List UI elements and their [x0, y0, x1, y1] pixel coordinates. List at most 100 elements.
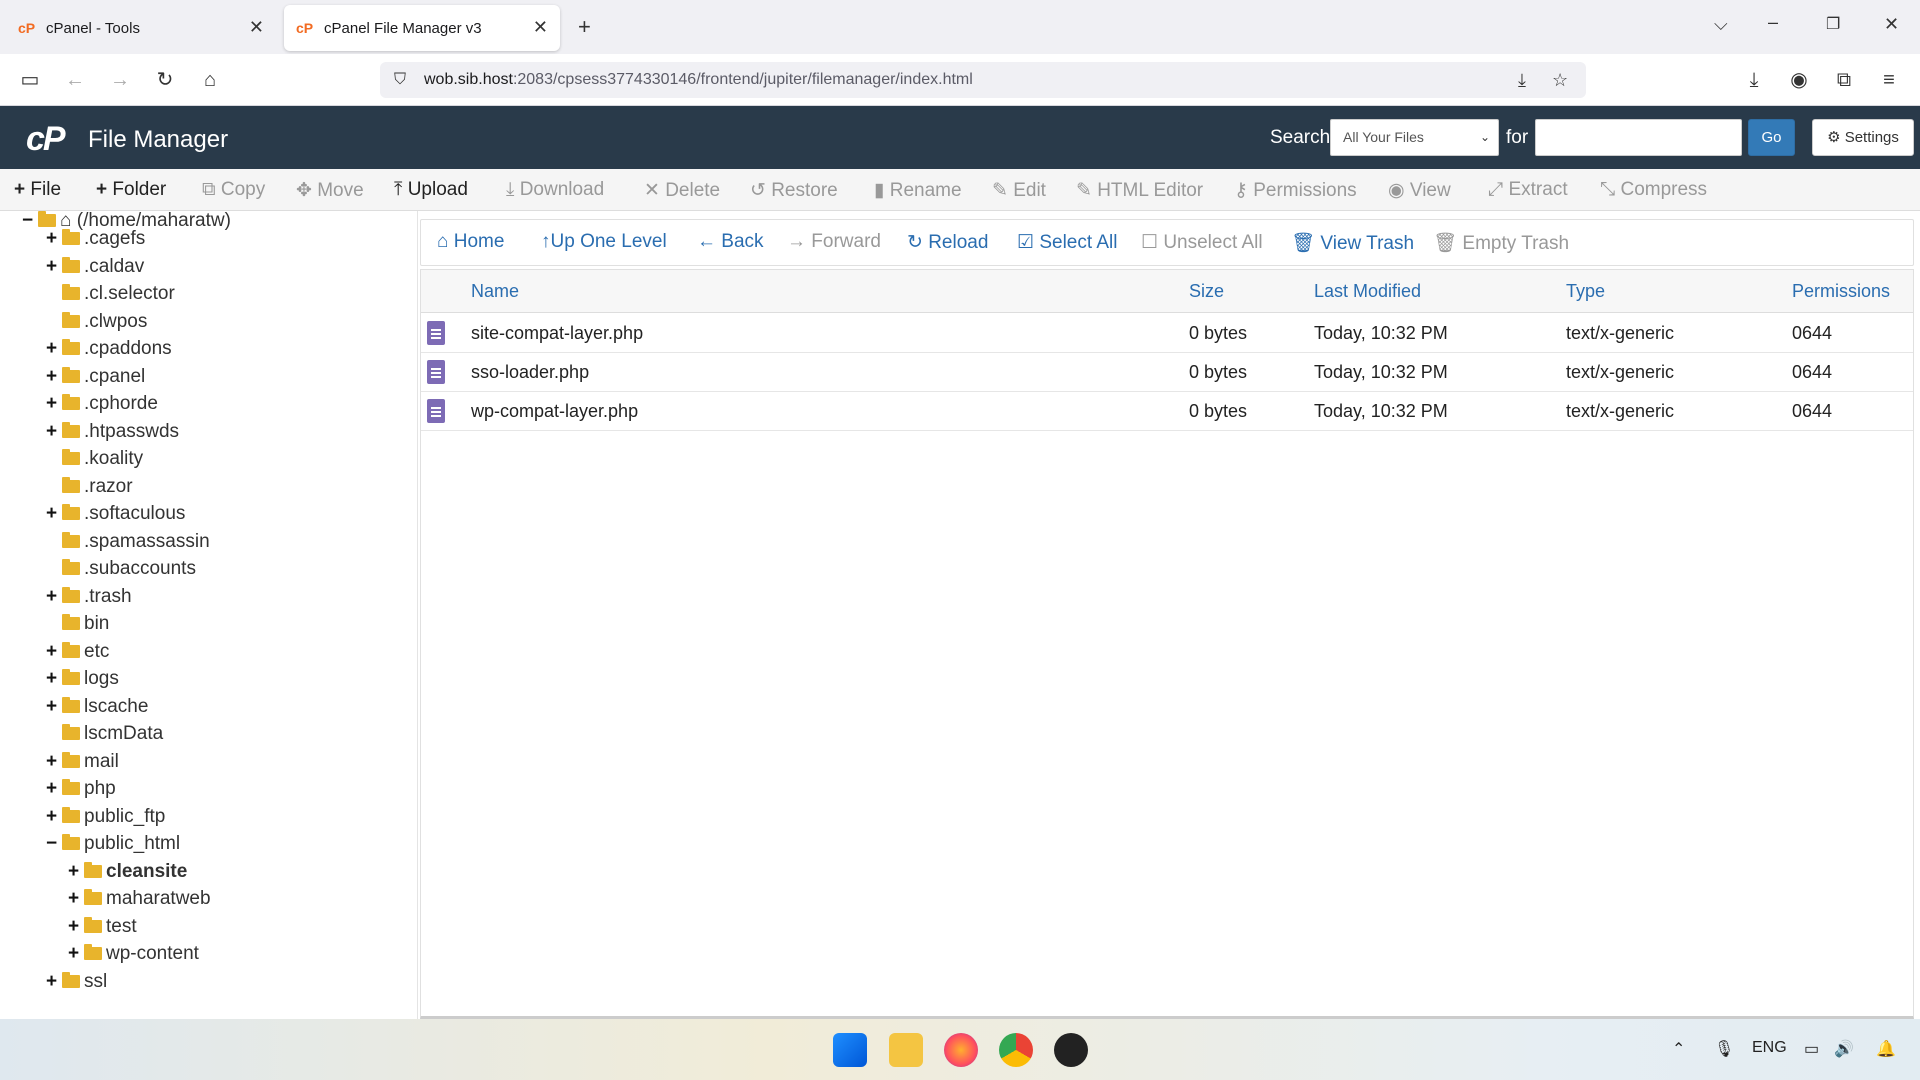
- close-window-icon[interactable]: ✕: [1884, 14, 1899, 35]
- volume-icon[interactable]: 🔊: [1834, 1039, 1854, 1059]
- bookmark-star-icon[interactable]: ☆: [1552, 62, 1568, 98]
- settings-button[interactable]: ⚙ Settings: [1812, 119, 1914, 156]
- view-trash-button[interactable]: 🗑 View Trash: [1291, 231, 1414, 255]
- tree-item[interactable]: + mail: [46, 749, 119, 775]
- tree-item[interactable]: + .trash: [46, 584, 132, 610]
- back-button[interactable]: ← Back: [697, 231, 764, 253]
- col-permissions[interactable]: Permissions: [1792, 281, 1890, 302]
- chevron-up-icon[interactable]: ⌃: [1672, 1039, 1685, 1059]
- html-editor-button[interactable]: ✎ HTML Editor: [1076, 179, 1203, 202]
- table-row[interactable]: wp-compat-layer.php 0 bytes Today, 10:32 P…: [421, 392, 1913, 431]
- tree-item[interactable]: + test: [68, 914, 137, 940]
- col-size[interactable]: Size: [1189, 281, 1224, 302]
- permissions-button[interactable]: ⚷ Permissions: [1234, 179, 1357, 202]
- network-icon[interactable]: ▭: [1804, 1039, 1819, 1059]
- microphone-icon[interactable]: 🎙: [1714, 1039, 1734, 1059]
- move-button[interactable]: ✥ Move: [296, 179, 364, 202]
- chrome-icon[interactable]: [999, 1033, 1033, 1067]
- delete-button[interactable]: ✕ Delete: [644, 179, 720, 202]
- expand-icon[interactable]: +: [46, 776, 62, 802]
- save-page-icon[interactable]: ⤓: [1518, 62, 1526, 98]
- windows-start-icon[interactable]: [833, 1033, 867, 1067]
- tree-item[interactable]: − public_html: [46, 831, 180, 857]
- tree-item[interactable]: .spamassassin: [46, 529, 210, 555]
- expand-icon[interactable]: +: [46, 419, 62, 445]
- menu-icon[interactable]: ≡: [1875, 66, 1903, 94]
- tree-item[interactable]: + .cpaddons: [46, 336, 172, 362]
- firefox-icon[interactable]: [944, 1033, 978, 1067]
- tree-item[interactable]: .clwpos: [46, 309, 147, 335]
- new-tab-icon[interactable]: +: [578, 14, 591, 40]
- col-modified[interactable]: Last Modified: [1314, 281, 1421, 302]
- close-tab-icon[interactable]: ✕: [533, 17, 548, 38]
- empty-trash-button[interactable]: 🗑 Empty Trash: [1433, 231, 1569, 255]
- up-one-level-button[interactable]: ↑Up One Level: [541, 231, 667, 253]
- expand-icon[interactable]: +: [68, 914, 84, 940]
- tree-item[interactable]: + .cphorde: [46, 391, 158, 417]
- minimize-icon[interactable]: –: [1768, 12, 1778, 33]
- tree-item[interactable]: .subaccounts: [46, 556, 196, 582]
- upload-button[interactable]: ⤒ Upload: [394, 179, 468, 201]
- expand-icon[interactable]: +: [46, 391, 62, 417]
- cpanel-logo[interactable]: cP: [26, 120, 66, 159]
- expand-icon[interactable]: +: [46, 666, 62, 692]
- expand-icon[interactable]: +: [46, 584, 62, 610]
- tab-list-icon[interactable]: ⌵: [1714, 14, 1728, 35]
- tree-item[interactable]: + .softaculous: [46, 501, 185, 527]
- expand-icon[interactable]: +: [46, 639, 62, 665]
- rename-button[interactable]: ▮ Rename: [874, 179, 962, 202]
- collapse-icon[interactable]: −: [22, 211, 38, 234]
- extract-button[interactable]: ⤢ Extract: [1488, 179, 1568, 201]
- search-input[interactable]: [1535, 119, 1742, 156]
- tree-item[interactable]: lscmData: [46, 721, 163, 747]
- view-button[interactable]: ◉ View: [1388, 179, 1451, 202]
- go-button[interactable]: Go: [1748, 119, 1795, 156]
- language-indicator[interactable]: ENG: [1752, 1039, 1787, 1057]
- tree-item[interactable]: .cl.selector: [46, 281, 175, 307]
- tab-file-manager[interactable]: cP cPanel File Manager v3 ✕: [284, 5, 560, 51]
- expand-icon[interactable]: +: [46, 254, 62, 280]
- expand-icon[interactable]: +: [46, 336, 62, 362]
- tree-item[interactable]: + .cpanel: [46, 364, 145, 390]
- expand-icon[interactable]: +: [46, 226, 62, 252]
- tree-item[interactable]: + cleansite: [68, 859, 187, 885]
- home-button[interactable]: ⌂ Home: [437, 231, 504, 253]
- download-button[interactable]: ⤓ Download: [506, 179, 604, 201]
- table-row[interactable]: sso-loader.php 0 bytes Today, 10:32 PM text…: [421, 353, 1913, 392]
- expand-icon[interactable]: +: [46, 749, 62, 775]
- collapse-icon[interactable]: −: [46, 831, 62, 857]
- back-icon[interactable]: ←: [61, 66, 89, 94]
- unselect-all-button[interactable]: ☐ Unselect All: [1141, 231, 1263, 254]
- edit-button[interactable]: ✎ Edit: [992, 179, 1046, 202]
- app-icon[interactable]: [1054, 1033, 1088, 1067]
- reload-icon[interactable]: ↻: [151, 66, 179, 94]
- expand-icon[interactable]: +: [46, 969, 62, 995]
- new-folder-button[interactable]: + Folder: [96, 179, 166, 201]
- expand-icon[interactable]: +: [68, 859, 84, 885]
- tree-item[interactable]: .koality: [46, 446, 143, 472]
- forward-button[interactable]: → Forward: [787, 231, 881, 253]
- tree-item[interactable]: + lscache: [46, 694, 148, 720]
- tree-item[interactable]: + wp-content: [68, 941, 199, 967]
- expand-icon[interactable]: +: [46, 694, 62, 720]
- extensions-icon[interactable]: ⧉: [1830, 66, 1858, 94]
- expand-icon[interactable]: +: [46, 501, 62, 527]
- expand-icon[interactable]: +: [68, 886, 84, 912]
- expand-icon[interactable]: +: [46, 804, 62, 830]
- account-icon[interactable]: ◉: [1785, 66, 1813, 94]
- restore-button[interactable]: ↺ Restore: [750, 179, 838, 202]
- tree-item[interactable]: .razor: [46, 474, 133, 500]
- table-row[interactable]: site-compat-layer.php 0 bytes Today, 10:32…: [421, 314, 1913, 353]
- col-name[interactable]: Name: [471, 281, 519, 302]
- restore-icon[interactable]: ❐: [1826, 14, 1840, 34]
- tree-item[interactable]: + .cagefs: [46, 226, 145, 252]
- close-tab-icon[interactable]: ✕: [249, 17, 264, 38]
- tab-cpanel-tools[interactable]: cP cPanel - Tools ✕: [6, 5, 276, 51]
- forward-icon[interactable]: →: [106, 66, 134, 94]
- tree-item[interactable]: + ssl: [46, 969, 107, 995]
- tree-item[interactable]: + etc: [46, 639, 109, 665]
- tree-item[interactable]: + logs: [46, 666, 119, 692]
- select-all-button[interactable]: ☑ Select All: [1017, 231, 1117, 254]
- home-icon[interactable]: ⌂: [196, 66, 224, 94]
- url-bar[interactable]: ⛉ wob.sib.host:2083/cpsess3774330146/fro…: [380, 62, 1586, 98]
